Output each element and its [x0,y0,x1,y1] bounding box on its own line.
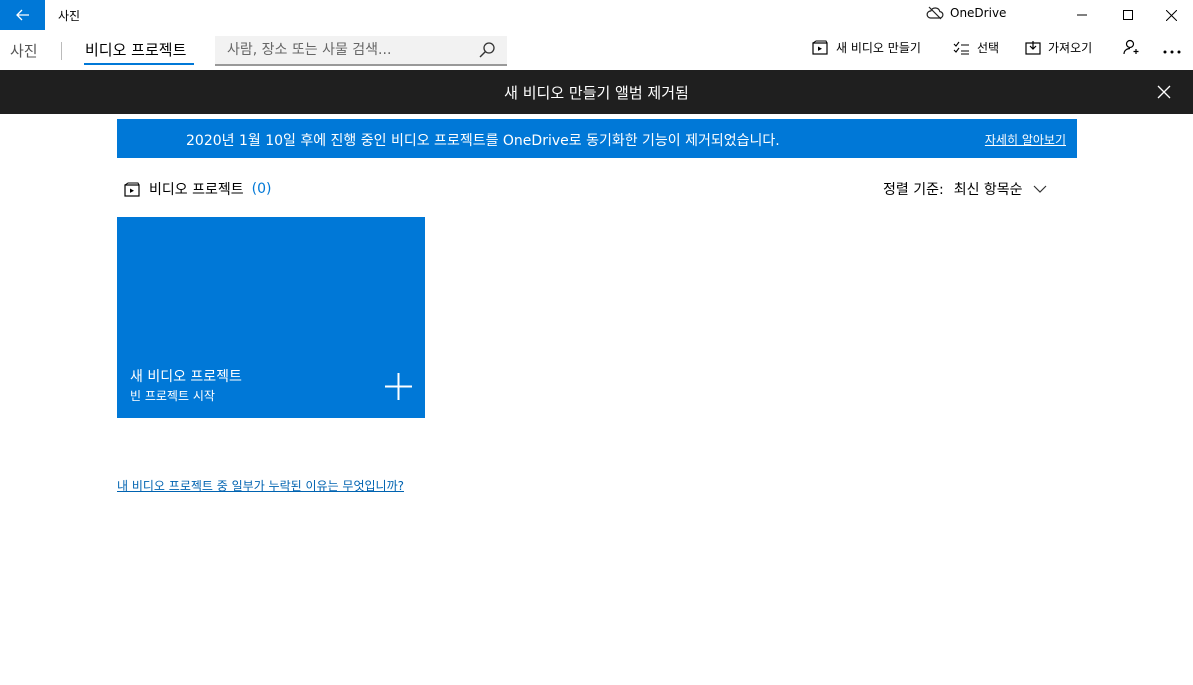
notification-bar: 새 비디오 만들기 앨범 제거됨 [0,70,1193,114]
info-banner: 2020년 1월 10일 후에 진행 중인 비디오 프로젝트를 OneDrive… [117,119,1077,158]
video-project-icon [124,182,140,197]
new-video-label: 새 비디오 만들기 [836,41,921,55]
maximize-button[interactable] [1105,0,1151,30]
onedrive-status[interactable]: OneDrive [926,6,1006,20]
tile-subtitle: 빈 프로젝트 시작 [130,389,215,403]
new-video-project-tile[interactable]: 새 비디오 프로젝트 빈 프로젝트 시작 [117,217,425,418]
section-header: 비디오 프로젝트 (0) [124,179,271,199]
select-checklist-icon [953,41,969,55]
minimize-icon [1077,14,1087,16]
nav-photos[interactable]: 사진 [10,40,38,61]
back-arrow-icon [15,9,29,21]
missing-projects-help-link[interactable]: 내 비디오 프로젝트 중 일부가 누락된 이유는 무엇입니까? [117,477,404,494]
active-tab-indicator [84,63,194,65]
more-icon [1163,50,1181,54]
close-notification-icon[interactable] [1155,83,1173,101]
search-box[interactable] [215,36,507,66]
search-input[interactable] [215,42,465,58]
chevron-down-icon [1033,185,1046,193]
more-options-button[interactable] [1162,40,1182,59]
close-window-button[interactable] [1148,0,1193,30]
plus-icon [385,373,412,400]
new-video-button[interactable]: 새 비디오 만들기 [812,39,921,56]
title-bar: 사진 OneDrive [0,0,1193,30]
navigation-bar: 사진 비디오 프로젝트 새 비디오 만들기 선택 가져오기 [0,30,1193,70]
sort-value: 최신 항목순 [953,182,1023,198]
select-button[interactable]: 선택 [953,39,999,56]
tile-title: 새 비디오 프로젝트 [130,369,242,385]
banner-text: 2020년 1월 10일 후에 진행 중인 비디오 프로젝트를 OneDrive… [186,133,780,149]
import-icon [1025,41,1041,55]
nav-video-projects[interactable]: 비디오 프로젝트 [85,39,186,60]
close-icon [1165,9,1177,21]
sort-label: 정렬 기준: [883,182,944,198]
minimize-button[interactable] [1059,0,1105,30]
back-button[interactable] [0,0,45,30]
import-button[interactable]: 가져오기 [1025,39,1092,56]
onedrive-label: OneDrive [950,6,1007,20]
learn-more-link[interactable]: 자세히 알아보기 [985,131,1066,148]
app-title: 사진 [58,9,81,23]
section-title: 비디오 프로젝트 [149,182,244,198]
cloud-offline-icon [926,6,944,20]
maximize-icon [1123,10,1133,20]
person-add-icon [1123,39,1139,55]
notification-text: 새 비디오 만들기 앨범 제거됨 [504,83,689,102]
project-count: (0) [251,181,272,197]
select-label: 선택 [977,41,1000,55]
new-video-icon [812,40,828,55]
nav-divider [61,42,62,60]
sort-dropdown[interactable]: 정렬 기준: 최신 항목순 [883,179,1047,199]
import-label: 가져오기 [1048,41,1093,55]
account-button[interactable] [1123,39,1140,55]
search-icon[interactable] [479,42,495,58]
